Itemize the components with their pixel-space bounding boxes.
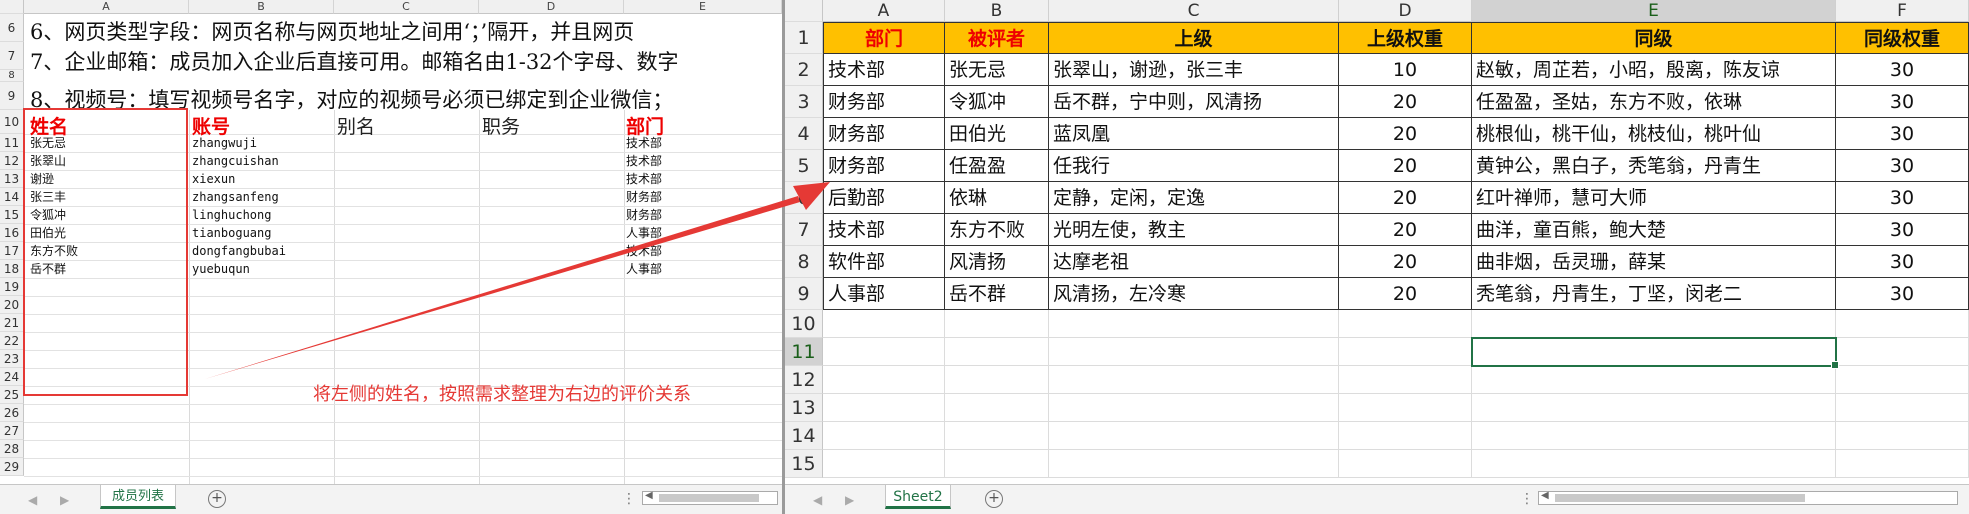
arrowhead-icon	[793, 182, 830, 210]
arrow-overlay	[205, 182, 830, 379]
red-pointer-arrow	[205, 196, 800, 379]
